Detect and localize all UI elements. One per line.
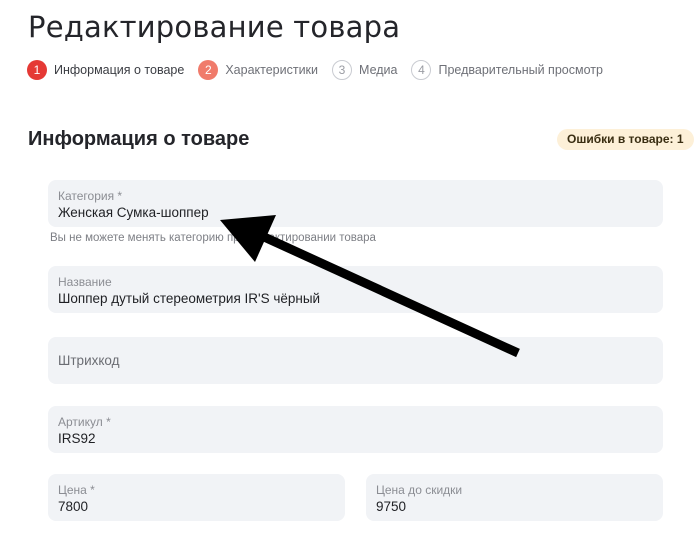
- price-label: Цена *: [58, 483, 95, 497]
- price-field[interactable]: Цена * 7800: [48, 474, 345, 521]
- category-hint: Вы не можете менять категорию при редакт…: [50, 232, 376, 244]
- price-before-discount-field[interactable]: Цена до скидки 9750: [366, 474, 663, 521]
- section-title: Информация о товаре: [28, 128, 250, 150]
- name-label: Название: [58, 275, 112, 289]
- step-label: Характеристики: [225, 63, 319, 77]
- article-label: Артикул *: [58, 415, 111, 429]
- article-field[interactable]: Артикул * IRS92: [48, 406, 663, 453]
- price-value: 7800: [58, 499, 89, 514]
- barcode-label: Штрихкод: [58, 353, 120, 368]
- step-label: Информация о товаре: [54, 63, 185, 77]
- step-characteristics[interactable]: 2 Характеристики: [198, 60, 318, 80]
- price-before-discount-label: Цена до скидки: [376, 483, 463, 497]
- errors-badge[interactable]: Ошибки в товаре: 1: [557, 129, 694, 150]
- barcode-field[interactable]: Штрихкод: [48, 337, 663, 384]
- step-label: Предварительный просмотр: [438, 63, 603, 77]
- step-number: 2: [198, 60, 219, 80]
- category-value: Женская Сумка-шоппер: [58, 205, 209, 220]
- step-number: 4: [411, 60, 432, 80]
- step-number: 3: [332, 60, 353, 80]
- step-media[interactable]: 3 Медиа: [332, 60, 397, 80]
- price-before-discount-value: 9750: [376, 499, 407, 514]
- stepper: 1 Информация о товаре 2 Характеристики 3…: [27, 60, 617, 80]
- step-preview[interactable]: 4 Предварительный просмотр: [411, 60, 603, 80]
- step-label: Медиа: [359, 63, 398, 77]
- article-value: IRS92: [58, 431, 96, 446]
- step-number: 1: [27, 60, 47, 80]
- category-label: Категория *: [58, 189, 123, 203]
- name-field[interactable]: Название Шоппер дутый стереометрия IR'S …: [48, 266, 663, 313]
- name-value: Шоппер дутый стереометрия IR'S чёрный: [58, 291, 321, 306]
- step-product-info[interactable]: 1 Информация о товаре: [27, 60, 184, 80]
- category-field[interactable]: Категория * Женская Сумка-шоппер: [48, 180, 663, 227]
- page-title: Редактирование товара: [28, 10, 401, 44]
